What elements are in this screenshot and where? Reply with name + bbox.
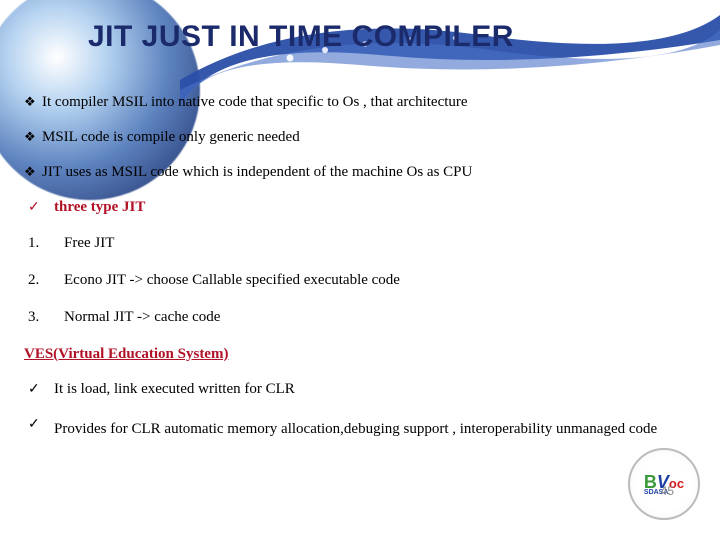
ves-text: It is load, link executed written for CL…	[46, 379, 692, 400]
list-text: Econo JIT -> choose Callable specified e…	[56, 270, 692, 291]
list-number: 1.	[28, 233, 56, 254]
list-item: 3. Normal JIT -> cache code	[24, 307, 692, 328]
check-icon: ✓	[28, 197, 46, 219]
ves-heading: VES(Virtual Education System)	[24, 344, 692, 365]
slide-title: JIT JUST IN TIME COMPILER	[88, 20, 720, 54]
diamond-icon: ❖	[24, 92, 42, 113]
page-number: 45	[661, 484, 674, 498]
bullet-item: ❖ JIT uses as MSIL code which is indepen…	[24, 162, 692, 183]
list-text: Normal JIT -> cache code	[56, 307, 692, 328]
ves-item: ✓ Provides for CLR automatic memory allo…	[24, 414, 692, 444]
list-item: 2. Econo JIT -> choose Callable specifie…	[24, 270, 692, 291]
diamond-icon: ❖	[24, 127, 42, 148]
check-icon: ✓	[28, 379, 46, 401]
subheading-text: three type JIT	[46, 197, 692, 218]
ves-text: Provides for CLR automatic memory alloca…	[46, 414, 692, 444]
bullet-item: ❖ MSIL code is compile only generic need…	[24, 127, 692, 148]
list-number: 2.	[28, 270, 56, 291]
check-icon: ✓	[28, 414, 46, 436]
list-number: 3.	[28, 307, 56, 328]
bullet-text: JIT uses as MSIL code which is independe…	[42, 162, 692, 183]
ves-item: ✓ It is load, link executed written for …	[24, 379, 692, 401]
list-text: Free JIT	[56, 233, 692, 254]
bullet-item: ❖ It compiler MSIL into native code that…	[24, 92, 692, 113]
slide-body: ❖ It compiler MSIL into native code that…	[0, 54, 720, 444]
bullet-text: MSIL code is compile only generic needed	[42, 127, 692, 148]
list-item: 1. Free JIT	[24, 233, 692, 254]
subheading-item: ✓ three type JIT	[24, 197, 692, 219]
bullet-text: It compiler MSIL into native code that s…	[42, 92, 692, 113]
diamond-icon: ❖	[24, 162, 42, 183]
